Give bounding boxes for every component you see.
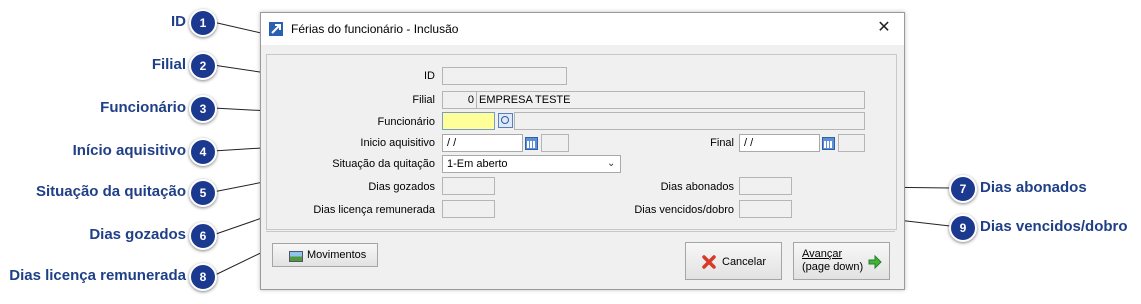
dialog-titlebar: Férias do funcionário - Inclusão ✕: [261, 13, 904, 45]
search-funcionario-button[interactable]: [498, 113, 513, 128]
filial-code-value: 0: [467, 94, 474, 106]
funcionario-field[interactable]: [442, 112, 495, 130]
inicio-aquisitivo-label: Inicio aquisitivo: [360, 137, 435, 149]
situacao-quitacao-select[interactable]: 1-Em aberto ⌄: [442, 155, 621, 173]
funcionario-name-field: [514, 112, 865, 130]
calendar-icon[interactable]: [822, 137, 835, 150]
id-label: ID: [424, 70, 435, 82]
callout-badge-5: 5: [189, 179, 217, 207]
ferias-dialog: Férias do funcionário - Inclusão ✕ ID Fi…: [260, 12, 905, 290]
situacao-quitacao-value: 1-Em aberto: [447, 158, 508, 170]
cancelar-button[interactable]: Cancelar: [685, 242, 782, 280]
callout-label-filial: Filial: [151, 56, 186, 73]
cancel-x-icon: [702, 255, 716, 269]
avancar-button[interactable]: Avançar (page down): [793, 242, 890, 280]
close-icon[interactable]: ✕: [872, 17, 896, 39]
inicio-aquisitivo-field[interactable]: / /: [442, 134, 523, 152]
dias-gozados-label: Dias gozados: [368, 181, 435, 193]
filial-label: Filial: [412, 94, 435, 106]
avancar-button-shortcut: (page down): [802, 261, 864, 273]
id-field[interactable]: [442, 67, 567, 85]
callout-label-dias-abonados: Dias abonados: [980, 179, 1087, 196]
funcionario-label: Funcionário: [377, 116, 435, 128]
movimentos-button[interactable]: Movimentos: [272, 243, 378, 267]
arrow-right-icon: [868, 254, 882, 270]
callout-label-inicio-aquisitivo: Início aquisitivo: [72, 142, 186, 159]
callout-badge-1: 1: [189, 9, 217, 37]
callout-badge-2: 2: [189, 52, 217, 80]
app-icon: [269, 22, 283, 36]
cancelar-button-label: Cancelar: [722, 256, 767, 268]
callout-label-dias-vencidos: Dias vencidos/dobro: [980, 218, 1128, 235]
calendar-icon[interactable]: [525, 137, 538, 150]
dias-abonados-label: Dias abonados: [660, 181, 734, 193]
callout-label-dias-gozados: Dias gozados: [89, 226, 186, 243]
footer-separator: [266, 231, 895, 232]
filial-name-field: EMPRESA TESTE: [476, 91, 865, 109]
callout-label-id: ID: [171, 13, 186, 30]
situacao-quitacao-label: Situação da quitação: [332, 158, 435, 170]
callout-badge-8: 8: [189, 263, 217, 291]
chevron-down-icon: ⌄: [607, 158, 616, 169]
movimentos-button-label: Movimentos: [307, 249, 367, 261]
callout-label-situacao-quitacao: Situação da quitação: [35, 183, 186, 200]
filial-code-field[interactable]: 0: [442, 91, 477, 109]
dialog-title: Férias do funcionário - Inclusão: [291, 22, 459, 36]
final-field[interactable]: / /: [739, 134, 820, 152]
final-extra-field: [838, 134, 865, 152]
callout-badge-7: 7: [949, 175, 977, 203]
dias-licenca-remunerada-field[interactable]: [442, 200, 495, 218]
final-label: Final: [710, 137, 734, 149]
callout-label-dias-licenca: Dias licença remunerada: [9, 267, 186, 284]
dias-vencidos-dobro-label: Dias vencidos/dobro: [634, 204, 734, 216]
dias-abonados-field[interactable]: [739, 177, 792, 195]
dias-licenca-remunerada-label: Dias licença remunerada: [313, 204, 435, 216]
callout-label-funcionario: Funcionário: [100, 99, 186, 116]
inicio-aquisitivo-extra-field: [541, 134, 569, 152]
dias-vencidos-dobro-field[interactable]: [739, 200, 792, 218]
dias-gozados-field[interactable]: [442, 177, 495, 195]
avancar-button-label: Avançar: [802, 248, 843, 260]
callout-badge-3: 3: [189, 95, 217, 123]
image-icon: [289, 251, 303, 262]
callout-badge-6: 6: [189, 222, 217, 250]
callout-badge-9: 9: [949, 214, 977, 242]
callout-badge-4: 4: [189, 138, 217, 166]
